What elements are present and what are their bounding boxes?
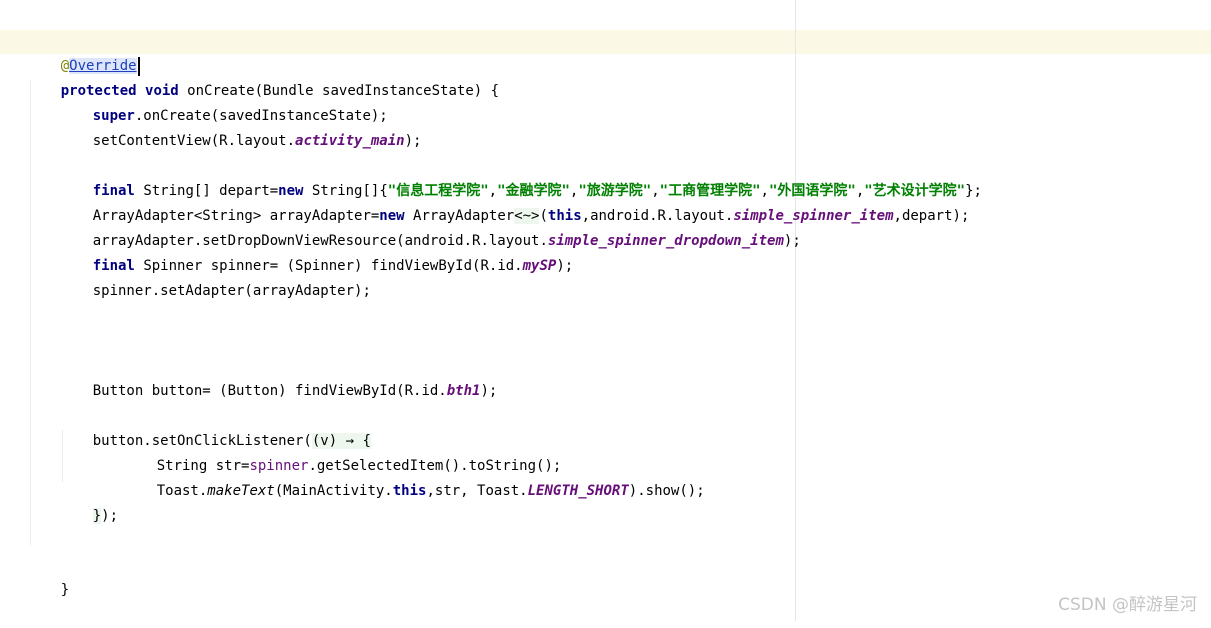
code-text: Button button= (Button) findViewById(R.i… bbox=[92, 383, 447, 399]
code-text: ); bbox=[101, 508, 119, 524]
code-line-15[interactable]: } bbox=[27, 553, 69, 598]
code-line-3[interactable]: super.onCreate(savedInstanceState); bbox=[59, 79, 388, 124]
keyword-this: this bbox=[392, 483, 427, 499]
code-text: } bbox=[60, 582, 70, 598]
code-line-4[interactable]: setContentView(R.layout.activity_main); bbox=[59, 104, 422, 149]
code-text: setContentView(R.layout. bbox=[92, 133, 296, 149]
code-line-13[interactable]: Toast.makeText(MainActivity.this,str, To… bbox=[123, 454, 705, 499]
code-text: ,str, Toast. bbox=[426, 483, 528, 499]
code-text: ,depart); bbox=[893, 208, 970, 224]
code-line-10[interactable]: Button button= (Button) findViewById(R.i… bbox=[59, 354, 498, 399]
code-line-12[interactable]: String str=spinner.getSelectedItem().toS… bbox=[123, 429, 562, 474]
code-line-1[interactable]: @Override bbox=[27, 29, 140, 76]
code-editor[interactable]: @Override protected void onCreate(Bundle… bbox=[0, 0, 1211, 621]
watermark: CSDN @醉游星河 bbox=[1058, 595, 1197, 615]
field-activity-main: activity_main bbox=[295, 133, 405, 149]
code-text: ).show(); bbox=[628, 483, 705, 499]
code-line-8[interactable]: final Spinner spinner= (Spinner) findVie… bbox=[59, 229, 573, 274]
code-line-14[interactable]: }); bbox=[59, 479, 118, 524]
code-line-6[interactable]: ArrayAdapter<String> arrayAdapter=new Ar… bbox=[59, 179, 969, 224]
field-mysp: mySP bbox=[522, 258, 557, 274]
method-make-text: makeText bbox=[207, 483, 275, 499]
code-text: (MainActivity. bbox=[274, 483, 393, 499]
code-text: Toast. bbox=[156, 483, 208, 499]
code-text: spinner.setAdapter(arrayAdapter); bbox=[92, 283, 371, 299]
code-text: ); bbox=[783, 233, 801, 249]
code-text: ); bbox=[404, 133, 422, 149]
field-bth1: bth1 bbox=[446, 383, 481, 399]
code-line-5[interactable]: final String[] depart=new String[]{"信息工程… bbox=[59, 154, 982, 199]
right-margin-guide bbox=[795, 0, 796, 621]
code-line-11[interactable]: button.setOnClickListener((v) → { bbox=[59, 404, 371, 449]
caret-line-highlight bbox=[0, 30, 1211, 54]
code-line-2[interactable]: protected void onCreate(Bundle savedInst… bbox=[27, 54, 499, 99]
code-text: ); bbox=[480, 383, 498, 399]
indent-guide bbox=[30, 80, 31, 545]
code-text: ); bbox=[556, 258, 574, 274]
code-line-7[interactable]: arrayAdapter.setDropDownViewResource(and… bbox=[59, 204, 801, 249]
field-length-short: LENGTH_SHORT bbox=[527, 483, 629, 499]
field-simple-spinner-dropdown-item: simple_spinner_dropdown_item bbox=[547, 233, 784, 249]
closing-brace: } bbox=[92, 508, 102, 524]
code-line-9[interactable]: spinner.setAdapter(arrayAdapter); bbox=[59, 254, 371, 299]
